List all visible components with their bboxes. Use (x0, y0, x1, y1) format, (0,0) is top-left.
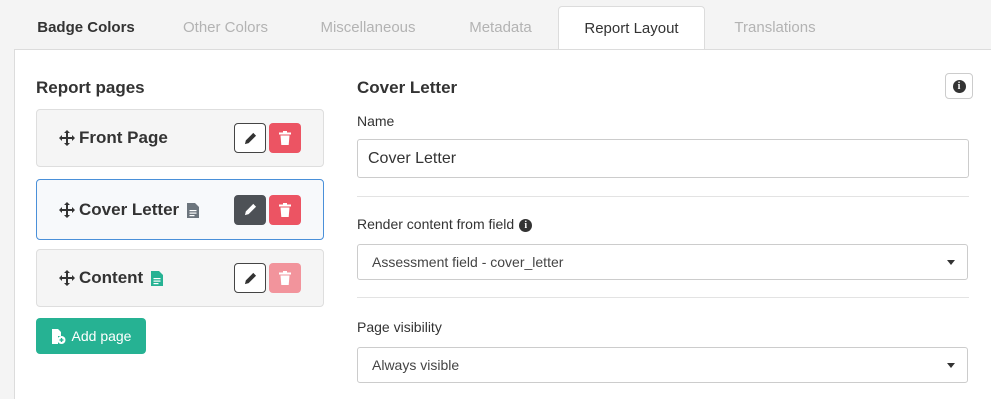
visibility-select[interactable]: Always visible (357, 347, 968, 383)
trash-icon (279, 131, 291, 145)
divider (357, 297, 969, 298)
tab-miscellaneous[interactable]: Miscellaneous (293, 6, 443, 50)
tab-other-colors[interactable]: Other Colors (158, 6, 293, 50)
info-icon: i (952, 79, 966, 93)
document-icon (151, 271, 164, 287)
report-pages-heading: Report pages (36, 78, 145, 97)
page-name: Cover Letter (79, 200, 200, 220)
tab-metadata[interactable]: Metadata (443, 6, 558, 50)
edit-button[interactable] (234, 263, 266, 293)
delete-button[interactable] (269, 123, 301, 153)
render-label: Render content from field i (357, 216, 533, 232)
move-icon[interactable] (59, 270, 75, 286)
add-file-icon (51, 328, 66, 344)
editor-title: Cover Letter (357, 78, 458, 97)
edit-button[interactable] (234, 123, 266, 153)
tab-badge-colors[interactable]: Badge Colors (14, 6, 158, 50)
name-label: Name (357, 113, 395, 129)
delete-button[interactable] (269, 263, 301, 293)
pencil-icon (244, 203, 256, 216)
trash-icon (279, 202, 291, 217)
tab-translations[interactable]: Translations (705, 6, 845, 50)
tab-bar: Badge Colors Other Colors Miscellaneous … (0, 0, 991, 51)
page-card-content[interactable]: Content (36, 249, 324, 307)
delete-button[interactable] (269, 194, 301, 225)
divider (357, 196, 969, 197)
name-input[interactable] (357, 139, 969, 178)
move-icon[interactable] (59, 130, 75, 146)
page-name: Content (79, 268, 164, 288)
page-card-cover-letter[interactable]: Cover Letter (36, 179, 324, 240)
pencil-icon (244, 272, 256, 284)
pencil-icon (244, 132, 256, 144)
trash-icon (279, 271, 291, 285)
add-page-button[interactable]: Add page (36, 318, 146, 354)
caret-down-icon (947, 260, 955, 265)
render-field-select[interactable]: Assessment field - cover_letter (357, 244, 968, 280)
edit-button[interactable] (234, 194, 266, 225)
page-card-front-page[interactable]: Front Page (36, 109, 324, 167)
caret-down-icon (947, 363, 955, 368)
document-icon (187, 202, 200, 218)
add-page-label: Add page (71, 328, 132, 344)
page-name: Front Page (79, 128, 168, 147)
move-icon[interactable] (59, 201, 75, 218)
info-button[interactable]: i (945, 73, 973, 99)
tab-report-layout[interactable]: Report Layout (558, 6, 705, 51)
info-icon[interactable]: i (519, 218, 533, 232)
visibility-label: Page visibility (357, 319, 442, 335)
